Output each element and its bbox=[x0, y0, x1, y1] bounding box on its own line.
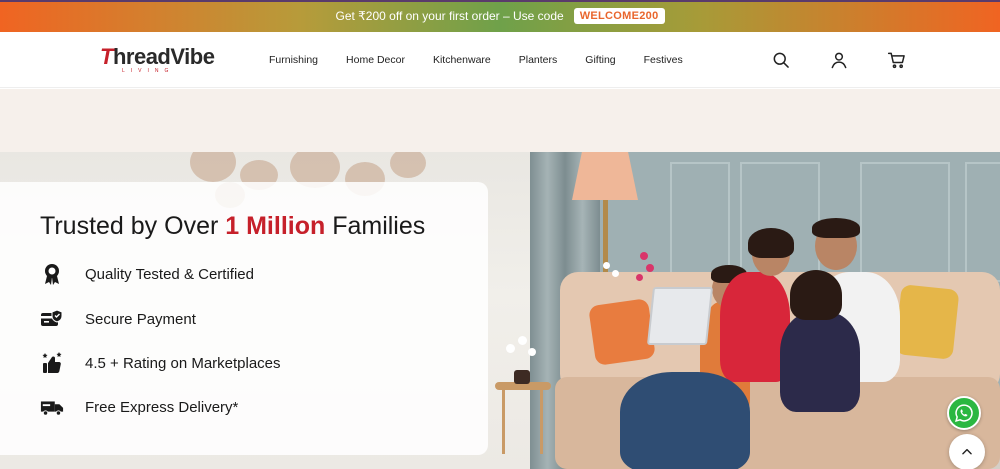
hero-top-band bbox=[0, 89, 1000, 152]
whatsapp-icon bbox=[955, 404, 973, 422]
nav-item-festives[interactable]: Festives bbox=[644, 54, 683, 66]
main-nav: Furnishing Home Decor Kitchenware Plante… bbox=[255, 32, 697, 88]
nav-item-planters[interactable]: Planters bbox=[519, 54, 558, 66]
promo-top-border bbox=[0, 0, 1000, 2]
delivery-truck-icon bbox=[40, 395, 64, 419]
trust-item-delivery: Free Express Delivery* bbox=[40, 393, 238, 421]
secure-card-icon bbox=[40, 307, 64, 331]
scroll-to-top-button[interactable] bbox=[949, 434, 985, 469]
brand-logo[interactable]: ThreadVibe LIVING bbox=[100, 44, 230, 78]
promo-bar: Get ₹200 off on your first order – Use c… bbox=[0, 0, 1000, 32]
search-icon[interactable] bbox=[771, 50, 791, 70]
trust-heading-highlight: 1 Million bbox=[225, 212, 326, 240]
brand-name: ThreadVibe bbox=[100, 44, 215, 69]
trust-item-quality: Quality Tested & Certified bbox=[40, 260, 254, 288]
whatsapp-button[interactable] bbox=[947, 396, 981, 430]
nav-item-kitchenware[interactable]: Kitchenware bbox=[433, 54, 491, 66]
chevron-up-icon bbox=[962, 448, 972, 455]
nav-item-gifting[interactable]: Gifting bbox=[585, 54, 615, 66]
site-header: ThreadVibe LIVING Furnishing Home Decor … bbox=[0, 32, 1000, 88]
cart-icon[interactable] bbox=[887, 50, 907, 70]
trust-item-rating: 4.5 + Rating on Marketplaces bbox=[40, 349, 281, 377]
nav-item-furnishing[interactable]: Furnishing bbox=[269, 54, 318, 66]
trust-item-secure-payment: Secure Payment bbox=[40, 305, 196, 333]
promo-code[interactable]: WELCOME200 bbox=[573, 8, 665, 24]
user-icon[interactable] bbox=[829, 50, 849, 70]
trust-heading: Trusted by Over 1 Million Families bbox=[40, 212, 426, 240]
thumbs-up-stars-icon bbox=[40, 351, 64, 375]
award-badge-icon bbox=[40, 262, 64, 286]
promo-text: Get ₹200 off on your first order – Use c… bbox=[335, 9, 564, 23]
nav-item-home-decor[interactable]: Home Decor bbox=[346, 54, 405, 66]
